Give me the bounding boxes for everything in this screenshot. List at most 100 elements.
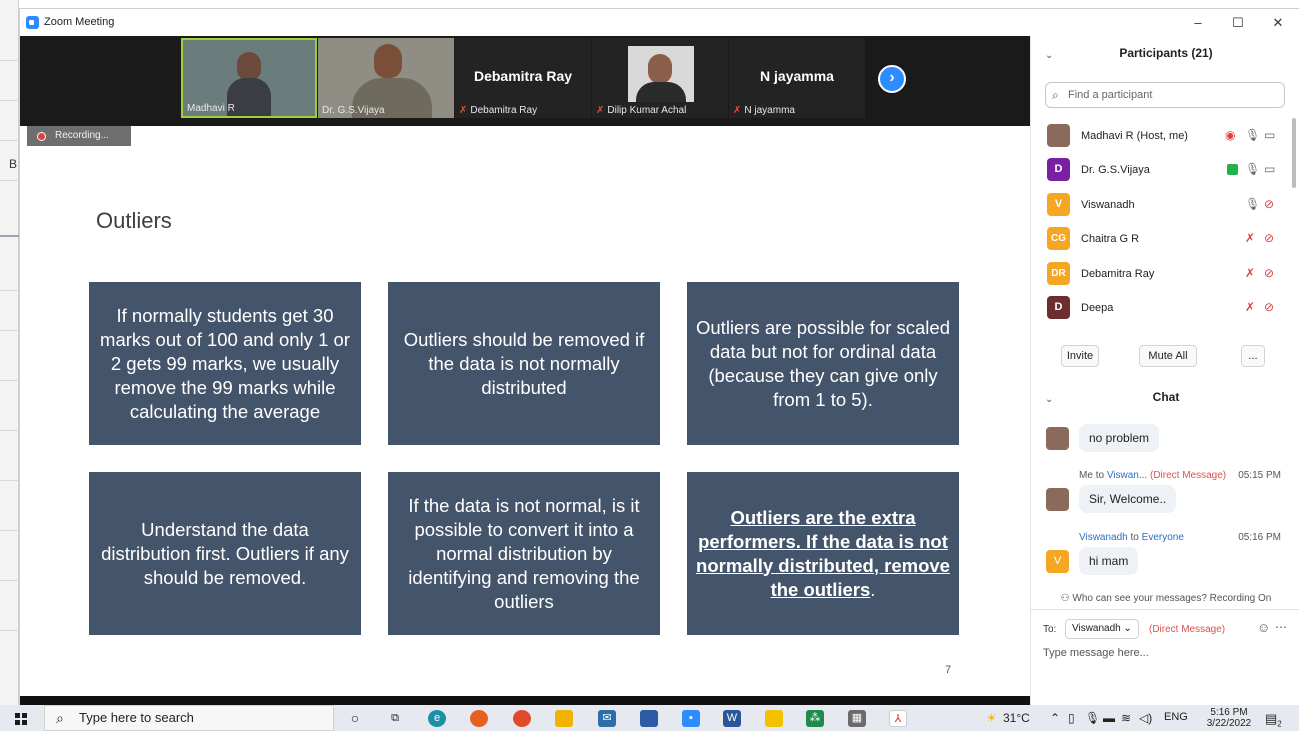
avatar: DR bbox=[1047, 262, 1070, 285]
microphone-icon[interactable]: 🎙 bbox=[1245, 197, 1260, 211]
chat-message: Sir, Welcome.. bbox=[1079, 485, 1177, 513]
tile-big-name: Debamitra Ray bbox=[473, 68, 573, 84]
microphone-icon[interactable]: 🎙 bbox=[1245, 162, 1260, 176]
pdf-icon[interactable]: ⅄ bbox=[889, 710, 907, 727]
slide-box-4: Understand the data distribution first. … bbox=[89, 472, 361, 635]
share-screen-icon bbox=[1227, 164, 1238, 175]
avatar: V bbox=[1047, 193, 1070, 216]
mic-muted-icon: ✗ bbox=[596, 105, 605, 116]
tile-name-row: ✗ Dilip Kumar Achal bbox=[596, 105, 687, 116]
camera-icon[interactable]: ▭ bbox=[1264, 162, 1275, 176]
notifications-icon[interactable]: ▤2 bbox=[1265, 711, 1282, 729]
slide-box-2: Outliers should be removed if the data i… bbox=[388, 282, 660, 445]
tile-name-row: ✗ Debamitra Ray bbox=[459, 105, 538, 116]
avatar bbox=[1047, 124, 1070, 147]
slide-box-5: If the data is not normal, is it possibl… bbox=[388, 472, 660, 635]
chat-header: Chat bbox=[1152, 390, 1180, 404]
battery-icon[interactable]: ▯ bbox=[1068, 711, 1075, 725]
microphone-icon[interactable]: 🎙 bbox=[1085, 711, 1100, 725]
slide-box-3: Outliers are possible for scaled data bu… bbox=[687, 282, 959, 445]
wifi-icon[interactable]: ≋ bbox=[1121, 711, 1131, 725]
camera-off-icon[interactable]: ⊘ bbox=[1264, 231, 1274, 245]
participant-row[interactable]: V Viswanadh 🎙 ⊘ bbox=[1047, 191, 1287, 219]
search-icon: ⌕ bbox=[1052, 88, 1059, 102]
more-button[interactable]: ... bbox=[1241, 345, 1265, 367]
chat-message: hi mam bbox=[1079, 547, 1139, 575]
recording-indicator[interactable]: Recording... bbox=[27, 126, 131, 146]
participant-search-input[interactable]: ⌕ Find a participant bbox=[1045, 82, 1285, 108]
more-options-icon[interactable]: ⋯ bbox=[1275, 620, 1287, 634]
participant-row[interactable]: D Dr. G.S.Vijaya 🎙 ▭ bbox=[1047, 156, 1287, 184]
mail-icon[interactable]: ✉ bbox=[598, 710, 616, 727]
network-icon[interactable]: ▬ bbox=[1103, 711, 1115, 725]
tile-name: Madhavi R bbox=[187, 103, 235, 114]
microphone-icon[interactable]: 🎙 bbox=[1245, 128, 1260, 142]
people-icon: ⚇ bbox=[1060, 593, 1070, 604]
firefox-icon[interactable] bbox=[470, 710, 488, 727]
chevron-up-icon[interactable]: ⌃ bbox=[1050, 711, 1060, 725]
recipient-select[interactable]: Viswanadh ⌄ bbox=[1065, 619, 1139, 639]
language-indicator[interactable]: ENG bbox=[1164, 711, 1188, 723]
store-icon[interactable] bbox=[640, 710, 658, 727]
weather-text[interactable]: 31°C bbox=[1003, 711, 1030, 725]
zoom-taskbar-icon[interactable]: ▪ bbox=[682, 710, 700, 727]
camera-off-icon[interactable]: ⊘ bbox=[1264, 197, 1274, 211]
cortana-icon[interactable]: ○ bbox=[346, 710, 364, 727]
mic-muted-icon[interactable]: ✗ bbox=[1245, 266, 1255, 280]
video-tile-jayamma[interactable]: N jayamma ✗ N jayamma bbox=[729, 38, 865, 118]
chat-visibility-note[interactable]: ⚇ Who can see your messages? Recording O… bbox=[1031, 593, 1299, 604]
shared-slide: Outliers If normally students get 30 mar… bbox=[20, 126, 1030, 696]
mic-muted-icon[interactable]: ✗ bbox=[1245, 231, 1255, 245]
participant-photo bbox=[628, 46, 694, 102]
edge-icon[interactable]: e bbox=[428, 710, 446, 727]
network-diagram-icon[interactable]: ⁂ bbox=[806, 710, 824, 727]
taskbar-search-input[interactable]: ⌕ Type here to search bbox=[44, 705, 334, 731]
participant-row[interactable]: Madhavi R (Host, me) ◉ 🎙 ▭ bbox=[1047, 122, 1287, 150]
file-explorer-icon[interactable] bbox=[555, 710, 573, 727]
recording-icon: ◉ bbox=[1225, 128, 1236, 142]
search-icon: ⌕ bbox=[56, 710, 64, 726]
system-clock[interactable]: 5:16 PM 3/22/2022 bbox=[1205, 707, 1253, 729]
word-icon[interactable]: W bbox=[723, 710, 741, 727]
minimize-button[interactable]: – bbox=[1183, 14, 1213, 32]
emoji-icon[interactable]: ☺ bbox=[1257, 620, 1270, 635]
chat-input[interactable]: Type message here... bbox=[1043, 647, 1149, 659]
chevron-down-icon: ⌄ bbox=[1123, 623, 1132, 634]
tile-name-row: ✗ N jayamma bbox=[733, 105, 795, 116]
volume-icon[interactable]: ◁) bbox=[1139, 711, 1152, 725]
participant-row[interactable]: D Deepa ✗ ⊘ bbox=[1047, 294, 1287, 322]
camera-icon[interactable]: ▭ bbox=[1264, 128, 1275, 142]
camera-off-icon[interactable]: ⊘ bbox=[1264, 300, 1274, 314]
background-letter: B bbox=[9, 157, 18, 171]
video-strip: Madhavi R Dr. G.S.Vijaya Debamitra Ray ✗… bbox=[20, 36, 1030, 126]
slide-box-1: If normally students get 30 marks out of… bbox=[89, 282, 361, 445]
avatar: D bbox=[1047, 296, 1070, 319]
close-button[interactable]: ✕ bbox=[1263, 14, 1293, 32]
windows-start-icon[interactable] bbox=[15, 713, 27, 725]
slide-title: Outliers bbox=[96, 208, 172, 233]
task-view-icon[interactable]: ⧉ bbox=[386, 710, 404, 727]
calculator-icon[interactable]: ▦ bbox=[848, 710, 866, 727]
mic-muted-icon[interactable]: ✗ bbox=[1245, 300, 1255, 314]
participant-row[interactable]: CG Chaitra G R ✗ ⊘ bbox=[1047, 225, 1287, 253]
video-tile-madhavi[interactable]: Madhavi R bbox=[181, 38, 317, 118]
chrome-icon[interactable] bbox=[513, 710, 531, 727]
video-tile-vijaya[interactable]: Dr. G.S.Vijaya bbox=[318, 38, 454, 118]
video-tile-dilip[interactable]: ✗ Dilip Kumar Achal bbox=[592, 38, 728, 118]
tile-name: Dr. G.S.Vijaya bbox=[322, 105, 385, 116]
zoom-logo-icon bbox=[26, 16, 39, 29]
video-tile-debamitra[interactable]: Debamitra Ray ✗ Debamitra Ray bbox=[455, 38, 591, 118]
zoom-window: Zoom Meeting – ☐ ✕ Madhavi R Dr. G.S.Vij… bbox=[19, 8, 1299, 706]
sticky-notes-icon[interactable] bbox=[765, 710, 783, 727]
participants-scrollbar[interactable] bbox=[1292, 118, 1296, 188]
slide-page-number: 7 bbox=[945, 664, 952, 676]
camera-off-icon[interactable]: ⊘ bbox=[1264, 266, 1274, 280]
participant-row[interactable]: DR Debamitra Ray ✗ ⊘ bbox=[1047, 260, 1287, 288]
mute-all-button[interactable]: Mute All bbox=[1139, 345, 1197, 367]
chevron-right-icon[interactable]: › bbox=[878, 65, 906, 93]
avatar bbox=[1046, 488, 1069, 511]
invite-button[interactable]: Invite bbox=[1061, 345, 1099, 367]
tile-big-name: N jayamma bbox=[760, 68, 834, 84]
maximize-button[interactable]: ☐ bbox=[1223, 14, 1253, 32]
to-label: To: bbox=[1043, 624, 1057, 635]
